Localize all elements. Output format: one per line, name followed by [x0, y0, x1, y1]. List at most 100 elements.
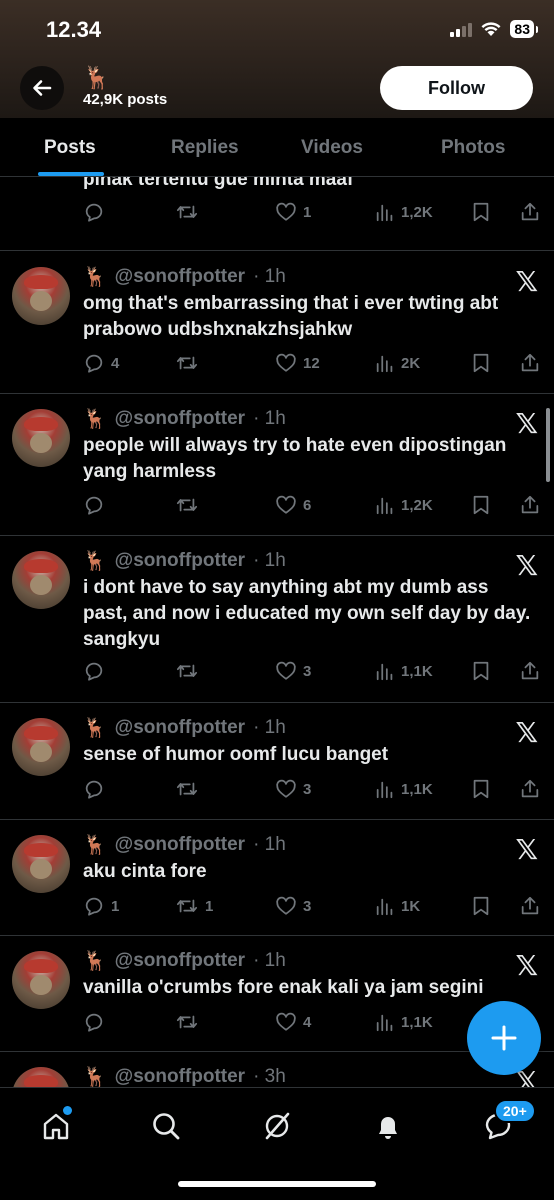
- views-icon: [376, 204, 393, 222]
- tweet-item[interactable]: 🦌 @sonoffpotter · 1h 𝕏 i dont have to sa…: [0, 535, 554, 703]
- views-count: 1K: [401, 897, 421, 915]
- nav-home[interactable]: [36, 1106, 76, 1146]
- reply-button[interactable]: 1: [83, 895, 119, 917]
- back-button[interactable]: [20, 66, 64, 110]
- retweet-icon: [176, 205, 198, 219]
- tweet-item[interactable]: pihak tertentu gue minta maaf 1 1,2K: [0, 177, 554, 251]
- status-indicators: 83: [450, 20, 538, 38]
- bookmark-button[interactable]: [471, 201, 491, 223]
- tweet-item[interactable]: 🦌 @sonoffpotter · 1h 𝕏 sense of humor oo…: [0, 702, 554, 820]
- tab-replies[interactable]: Replies: [171, 137, 239, 159]
- bookmark-button[interactable]: [471, 895, 491, 917]
- views-button[interactable]: 1,1K: [375, 1011, 433, 1033]
- like-button[interactable]: 12: [275, 352, 320, 374]
- views-count: 1,1K: [401, 1013, 433, 1031]
- tweet-actions: 1 1 3 1K: [83, 895, 543, 919]
- retweet-button[interactable]: [175, 660, 205, 682]
- tweet-handle[interactable]: @sonoffpotter: [115, 408, 245, 430]
- reply-button[interactable]: [83, 778, 111, 800]
- views-button[interactable]: 2K: [375, 352, 420, 374]
- share-icon: [521, 495, 539, 514]
- tweet-header: 🦌 @sonoffpotter · 1h: [83, 833, 286, 857]
- tweet-item[interactable]: 🦌 @sonoffpotter · 1h 𝕏 aku cinta fore 1 …: [0, 819, 554, 936]
- reply-button[interactable]: [83, 1011, 111, 1033]
- share-button[interactable]: [519, 778, 541, 800]
- views-button[interactable]: 1,2K: [375, 201, 433, 223]
- like-button[interactable]: 3: [275, 660, 311, 682]
- views-button[interactable]: 1,2K: [375, 494, 433, 516]
- compose-button[interactable]: [467, 1001, 541, 1075]
- share-button[interactable]: [519, 660, 541, 682]
- avatar[interactable]: [12, 951, 70, 1009]
- avatar[interactable]: [12, 718, 70, 776]
- avatar[interactable]: [12, 551, 70, 609]
- retweet-button[interactable]: 1: [175, 895, 213, 917]
- grok-icon: [265, 1112, 290, 1140]
- share-button[interactable]: [519, 352, 541, 374]
- reply-button[interactable]: [83, 660, 111, 682]
- home-indicator[interactable]: [178, 1181, 376, 1187]
- retweet-count: 1: [205, 897, 214, 915]
- tweet-time: · 1h: [253, 950, 286, 971]
- tab-posts[interactable]: Posts: [44, 137, 96, 159]
- tweet-text: vanilla o'crumbs fore enak kali ya jam s…: [83, 977, 484, 998]
- share-button[interactable]: [519, 494, 541, 516]
- views-count: 2K: [401, 354, 421, 372]
- tweet-handle[interactable]: @sonoffpotter: [115, 950, 245, 972]
- like-button[interactable]: 3: [275, 895, 311, 917]
- avatar[interactable]: [12, 835, 70, 893]
- share-button[interactable]: [519, 201, 541, 223]
- tweet-header: 🦌 @sonoffpotter · 1h: [83, 407, 286, 431]
- avatar[interactable]: [12, 409, 70, 467]
- tweet-item[interactable]: 🦌 @sonoffpotter · 1h 𝕏 omg that's embarr…: [0, 251, 554, 394]
- share-button[interactable]: [519, 895, 541, 917]
- like-button[interactable]: 4: [275, 1011, 311, 1033]
- bookmark-button[interactable]: [471, 494, 491, 516]
- retweet-button[interactable]: [175, 201, 205, 223]
- avatar[interactable]: [12, 1067, 70, 1087]
- tab-videos[interactable]: Videos: [301, 137, 363, 159]
- wifi-icon: [481, 22, 501, 36]
- like-button[interactable]: 1: [275, 201, 311, 223]
- like-button[interactable]: 6: [275, 494, 311, 516]
- tweet-feed[interactable]: pihak tertentu gue minta maaf 1 1,2K 🦌 @…: [0, 177, 554, 1087]
- tweet-handle[interactable]: @sonoffpotter: [115, 1066, 245, 1087]
- tweet-text: pihak tertentu gue minta maaf: [83, 177, 354, 190]
- tweet-handle[interactable]: @sonoffpotter: [115, 717, 245, 739]
- like-button[interactable]: 3: [275, 778, 311, 800]
- nav-search[interactable]: [146, 1106, 186, 1146]
- share-icon: [521, 779, 539, 798]
- views-button[interactable]: 1,1K: [375, 660, 433, 682]
- bookmark-button[interactable]: [471, 778, 491, 800]
- views-button[interactable]: 1K: [375, 895, 420, 917]
- avatar[interactable]: [12, 267, 70, 325]
- views-button[interactable]: 1,1K: [375, 778, 433, 800]
- tweet-text: aku cinta fore: [83, 861, 207, 882]
- tweet-item[interactable]: 🦌 @sonoffpotter · 3h 𝕏: [0, 1051, 554, 1087]
- reply-icon: [85, 662, 103, 681]
- retweet-button[interactable]: [175, 778, 205, 800]
- bookmark-button[interactable]: [471, 660, 491, 682]
- reply-button[interactable]: [83, 201, 111, 223]
- scroll-indicator[interactable]: [546, 408, 550, 482]
- reply-button[interactable]: 4: [83, 352, 119, 374]
- tweet-actions: 3 1,1K: [83, 778, 543, 802]
- reply-icon: [85, 496, 103, 515]
- tweet-item[interactable]: 🦌 @sonoffpotter · 1h 𝕏 people will alway…: [0, 393, 554, 536]
- reply-button[interactable]: [83, 494, 111, 516]
- nav-grok[interactable]: [257, 1106, 297, 1146]
- retweet-button[interactable]: [175, 494, 205, 516]
- bookmark-button[interactable]: [471, 352, 491, 374]
- tweet-handle[interactable]: @sonoffpotter: [115, 266, 245, 288]
- retweet-button[interactable]: [175, 1011, 205, 1033]
- tweet-handle[interactable]: @sonoffpotter: [115, 834, 245, 856]
- retweet-button[interactable]: [175, 352, 205, 374]
- bookmark-icon: [473, 202, 489, 222]
- tweet-handle[interactable]: @sonoffpotter: [115, 550, 245, 572]
- nav-notifications[interactable]: [368, 1106, 408, 1146]
- tab-photos[interactable]: Photos: [441, 137, 505, 159]
- like-count: 3: [303, 897, 312, 915]
- follow-button[interactable]: Follow: [380, 66, 533, 110]
- search-icon: [153, 1113, 180, 1140]
- views-icon: [376, 781, 393, 799]
